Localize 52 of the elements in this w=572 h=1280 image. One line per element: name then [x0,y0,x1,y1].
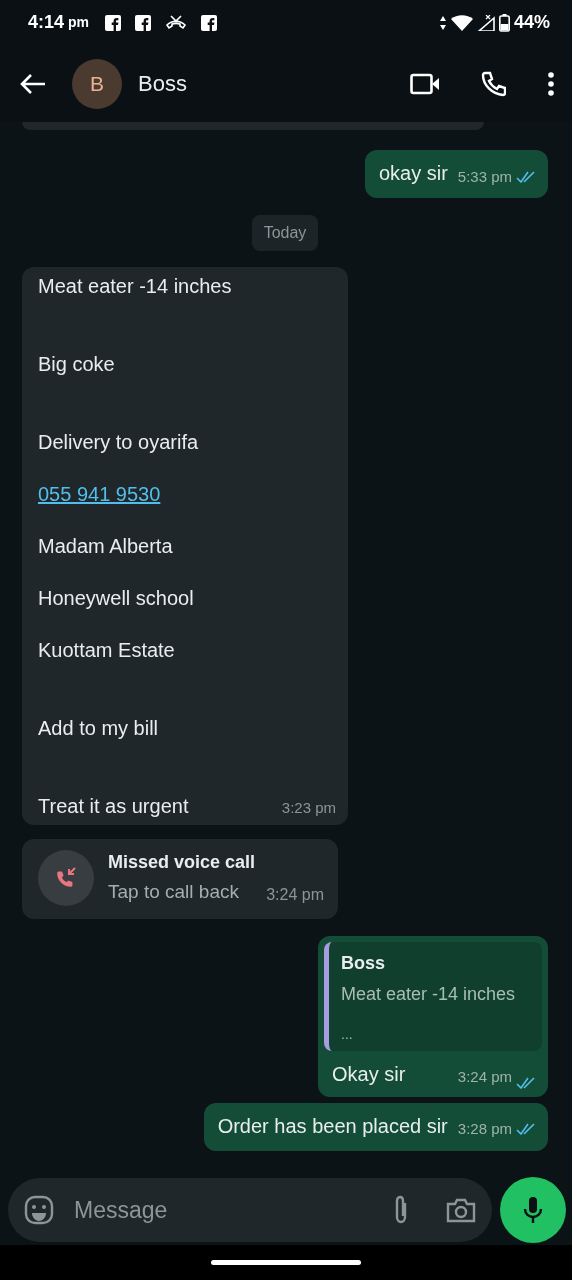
call-subtitle: Tap to call back [108,880,240,904]
emoji-button[interactable] [24,1195,54,1225]
message-text: Treat it as urgent [38,794,189,819]
message-text: Big coke [38,352,115,377]
message-text: Madam Alberta [38,534,173,559]
message-time: 3:23 pm [281,797,336,818]
menu-button[interactable] [548,71,554,96]
message-time: 5:33 pm [457,166,512,187]
battery-percent: 44% [513,11,550,34]
message-field[interactable]: Message [8,1178,492,1242]
quote-author: Boss [341,951,386,975]
message-time: 3:28 pm [457,1119,512,1139]
message-bubble[interactable]: Missed voice call Tap to call back 3:24 pm [22,839,338,919]
camera-icon [446,1197,476,1223]
quoted-message[interactable]: Boss Meat eater -14 inches ... [324,941,542,1051]
voice-call-button[interactable] [480,70,506,97]
notification-icon [135,14,152,31]
message-time: 3:24 pm [457,1067,512,1087]
wifi-icon [450,14,473,31]
microphone-icon [522,1195,544,1225]
message-text: Honeywell school [38,586,194,611]
date-label: Today [251,215,319,251]
sticker-icon [24,1195,54,1225]
status-time: 4:14 [28,11,65,34]
message-text: Order has been placed sir [217,1113,448,1139]
quote-text: Meat eater -14 inches [341,982,517,1006]
missed-call-icon [165,14,188,31]
video-call-button[interactable] [410,72,440,95]
data-icon [438,14,447,31]
notification-icon [201,14,218,31]
notification-icon [105,14,122,31]
signal-icon [476,14,495,31]
battery-icon [498,13,510,32]
status-ampm: pm [68,13,90,32]
message-text: Add to my bill [38,716,159,741]
message-text: okay sir [378,161,448,186]
message-text: Okay sir [332,1061,406,1087]
message-text: Kuottam Estate [38,638,175,663]
phone-icon [480,70,506,97]
video-camera-icon [410,72,440,95]
back-icon [20,72,46,95]
contact-avatar[interactable]: B [72,58,122,109]
call-title: Missed voice call [108,851,256,874]
back-button[interactable] [20,72,46,95]
more-options-icon [548,71,554,96]
camera-button[interactable] [446,1197,476,1223]
message-text: Delivery to oyarifa [38,430,199,455]
message-time: 3:24 pm [266,884,324,905]
contact-name[interactable]: Boss [138,67,187,100]
quote-more: ... [341,1024,354,1044]
message-text: Meat eater -14 inches [38,274,232,299]
phone-link[interactable]: 055 941 9530 [38,481,161,507]
